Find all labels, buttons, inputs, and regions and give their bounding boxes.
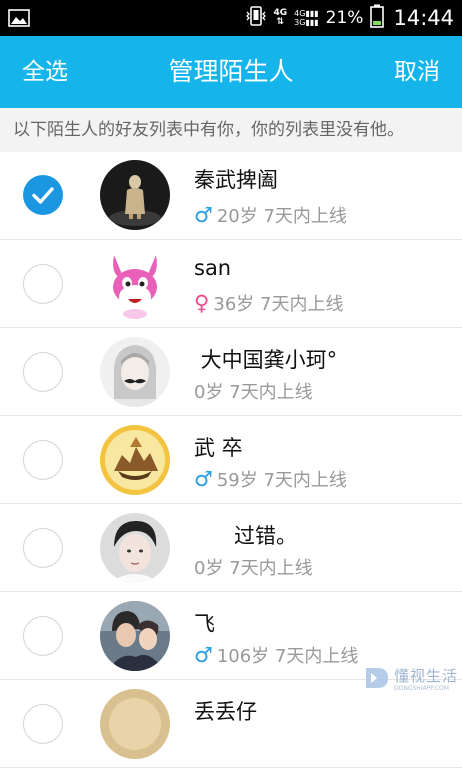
contact-info: ♀ 36岁 7天内上线: [194, 290, 343, 316]
contact-name: 秦武捭阖: [194, 168, 278, 192]
checkmark-icon: [32, 187, 54, 204]
checkbox-unchecked[interactable]: [23, 704, 63, 744]
avatar[interactable]: [100, 601, 170, 671]
battery-icon: [370, 4, 385, 32]
contact-age: 59岁: [216, 470, 258, 491]
cancel-button[interactable]: 取消: [394, 36, 440, 108]
contact-online: 7天内上线: [274, 646, 359, 667]
male-icon: ♂: [194, 643, 213, 667]
male-icon: ♂: [194, 203, 213, 227]
contact-name: san: [194, 256, 232, 280]
checkbox-unchecked[interactable]: [23, 528, 63, 568]
watermark-url: DONGSHIAPP.COM: [393, 685, 449, 692]
contact-info: ♂ 20岁 7天内上线: [194, 202, 347, 228]
watermark: 懂视生活 DONGSHIAPP.COM: [364, 665, 458, 695]
avatar[interactable]: [100, 425, 170, 495]
watermark-logo-icon: [364, 665, 390, 695]
avatar[interactable]: [100, 689, 170, 759]
list-item[interactable]: 秦武捭阖 ♂ 20岁 7天内上线: [0, 152, 462, 240]
status-bar: 4G ⇅ 4G▮▮▮ 3G▮▮▮ 21% 14:44: [0, 0, 462, 36]
checkbox-unchecked[interactable]: [23, 264, 63, 304]
page-title: 管理陌生人: [168, 57, 294, 86]
male-icon: ♂: [194, 467, 213, 491]
contact-online: 7天内上线: [263, 470, 347, 491]
contact-online: 7天内上线: [229, 558, 313, 579]
select-all-button[interactable]: 全选: [22, 36, 68, 108]
dual-sim-signal-icon: 4G▮▮▮ 3G▮▮▮: [294, 9, 319, 27]
notice-text: 以下陌生人的好友列表中有你，你的列表里没有他。: [0, 108, 462, 152]
avatar[interactable]: [100, 249, 170, 319]
avatar[interactable]: [100, 337, 170, 407]
contact-age: 0岁: [194, 558, 224, 579]
title-bar: 全选 管理陌生人 取消: [0, 36, 462, 108]
list-item[interactable]: san ♀ 36岁 7天内上线: [0, 240, 462, 328]
checkbox-checked[interactable]: [23, 175, 63, 215]
list-item[interactable]: 大中国龚小珂° 0岁 7天内上线: [0, 328, 462, 416]
vibrate-icon: [245, 5, 267, 31]
contact-age: 20岁: [216, 206, 258, 227]
contact-online: 7天内上线: [260, 294, 344, 315]
watermark-text: 懂视生活: [393, 667, 458, 685]
female-icon: ♀: [194, 291, 210, 315]
contact-info: 0岁 7天内上线: [194, 378, 313, 404]
network-type-icon: 4G ⇅: [273, 8, 288, 27]
contact-info: 0岁 7天内上线: [194, 554, 313, 580]
contact-name: 飞: [194, 612, 215, 636]
contact-online: 7天内上线: [229, 382, 313, 403]
contact-info: ♂ 106岁 7天内上线: [194, 642, 358, 668]
clock: 14:44: [393, 6, 454, 30]
contact-online: 7天内上线: [263, 206, 347, 227]
contact-info: ♂ 59岁 7天内上线: [194, 466, 347, 492]
contact-age: 36岁: [213, 294, 255, 315]
avatar[interactable]: [100, 513, 170, 583]
contact-name: 武 卒: [194, 436, 243, 460]
contact-age: 106岁: [216, 646, 270, 667]
list-item[interactable]: 过错。 0岁 7天内上线: [0, 504, 462, 592]
list-item[interactable]: 武 卒 ♂ 59岁 7天内上线: [0, 416, 462, 504]
contact-name: 大中国龚小珂°: [194, 348, 338, 372]
checkbox-unchecked[interactable]: [23, 616, 63, 656]
checkbox-unchecked[interactable]: [23, 352, 63, 392]
contact-age: 0岁: [194, 382, 224, 403]
checkbox-unchecked[interactable]: [23, 440, 63, 480]
avatar[interactable]: [100, 160, 170, 230]
contact-name: 过错。: [194, 524, 298, 548]
image-notification-icon: [8, 9, 30, 27]
battery-percent: 21%: [325, 8, 364, 28]
